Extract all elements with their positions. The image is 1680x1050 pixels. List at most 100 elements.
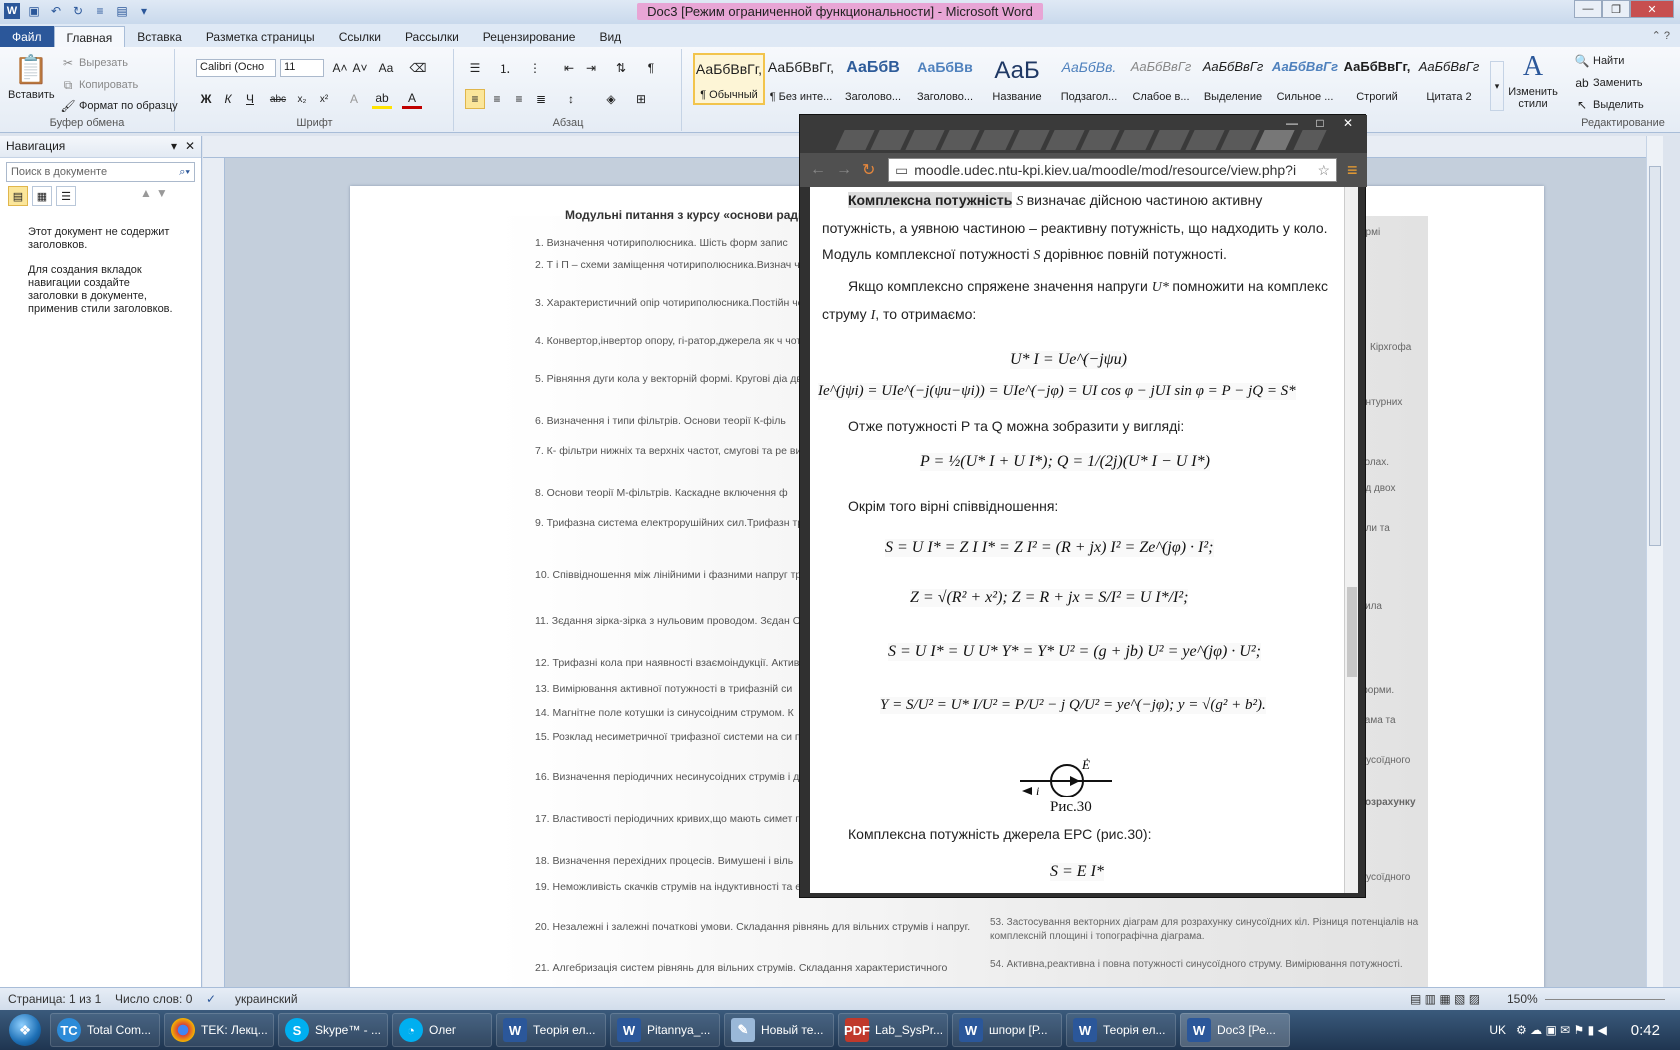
style-normal[interactable]: АаБбВвГг, ¶ Обычный (693, 53, 765, 105)
proofing-icon[interactable]: ✓ (206, 992, 216, 1006)
browser-close-button[interactable]: ✕ (1335, 115, 1361, 131)
bookmark-star-icon[interactable]: ☆ (1317, 162, 1330, 179)
start-button[interactable]: ❖ (0, 1010, 50, 1050)
nav-pages-tab-icon[interactable]: ▦ (32, 186, 52, 206)
task-oleg[interactable]: ◔ Олег (392, 1013, 492, 1047)
style-heading-2[interactable]: АаБбВв Заголово... (909, 53, 981, 105)
align-left-icon[interactable]: ≡ (465, 89, 485, 109)
tab-insert[interactable]: Вставка (125, 26, 194, 48)
task-total-commander[interactable]: TC Total Com... (50, 1013, 160, 1047)
bold-icon[interactable]: Ж (196, 89, 216, 109)
change-case-icon[interactable]: Aa (376, 58, 396, 78)
shading-icon[interactable]: ◈ (601, 89, 621, 109)
task-skype[interactable]: S Skype™ - ... (278, 1013, 388, 1047)
browser-tab[interactable] (905, 130, 945, 150)
nav-menu-icon[interactable]: ▾ (171, 139, 177, 153)
underline-icon[interactable]: Ч (240, 89, 260, 109)
clear-format-icon[interactable]: ⌫ (408, 58, 428, 78)
task-notepad[interactable]: ✎ Новый те... (724, 1013, 834, 1047)
select-button[interactable]: ↖ Выделить (1574, 97, 1644, 113)
sort-icon[interactable]: ⇅ (611, 58, 631, 78)
numbering-icon[interactable]: ⒈ (495, 58, 515, 78)
font-name-select[interactable]: Calibri (Осно (196, 59, 276, 77)
style-emphasis[interactable]: АаБбВвГг Выделение (1197, 53, 1269, 105)
minimize-button[interactable]: — (1574, 0, 1602, 18)
back-icon[interactable]: ← (810, 161, 830, 179)
bullets-icon[interactable]: ☰ (465, 58, 485, 78)
task-word-2[interactable]: W Pitannya_... (610, 1013, 720, 1047)
word-count[interactable]: Число слов: 0 (115, 992, 192, 1006)
zoom-level[interactable]: 150% (1507, 992, 1538, 1006)
italic-icon[interactable]: К (218, 89, 238, 109)
language[interactable]: украинский (235, 992, 298, 1006)
tab-mailings[interactable]: Рассылки (393, 26, 471, 48)
browser-tab[interactable] (1150, 130, 1190, 150)
maximize-button[interactable]: ❐ (1602, 0, 1630, 18)
help-icon[interactable]: ⌃ ? (1652, 29, 1670, 42)
justify-icon[interactable]: ≣ (531, 89, 551, 109)
style-strong[interactable]: АаБбВвГг, Строгий (1341, 53, 1413, 105)
task-word-3[interactable]: Wшпори [Р... (952, 1013, 1062, 1047)
document-scrollbar[interactable] (1646, 136, 1663, 987)
cut-button[interactable]: ✂ Вырезать (60, 55, 128, 71)
style-heading-1[interactable]: АаБбВ Заголово... (837, 53, 909, 105)
strikethrough-icon[interactable]: abc (268, 89, 288, 109)
highlight-icon[interactable]: ab (372, 89, 392, 109)
borders-icon[interactable]: ⊞ (631, 89, 651, 109)
browser-tab[interactable] (870, 130, 910, 150)
align-center-icon[interactable]: ≡ (487, 89, 507, 109)
browser-scrollbar[interactable] (1344, 187, 1358, 893)
new-tab-button[interactable] (1293, 130, 1327, 150)
clock[interactable]: 0:42 (1631, 1022, 1660, 1039)
scrollbar-thumb[interactable] (1649, 166, 1661, 546)
tray-icons[interactable]: ⚙ ☁ ▣ ✉ ⚑ ▮ ◀ (1516, 1023, 1607, 1037)
browser-tab[interactable] (940, 130, 980, 150)
zoom-slider[interactable] (1545, 999, 1665, 1000)
nav-next-icon[interactable]: ▼ (156, 186, 168, 206)
font-color-icon[interactable]: A (402, 89, 422, 109)
browser-tab[interactable] (1220, 130, 1260, 150)
superscript-icon[interactable]: x² (314, 89, 334, 109)
tab-page-layout[interactable]: Разметка страницы (194, 26, 327, 48)
address-bar[interactable]: ▭ moodle.udec.ntu-kpi.kiev.ua/moodle/mod… (888, 158, 1337, 182)
nav-results-tab-icon[interactable]: ☰ (56, 186, 76, 206)
browser-tab[interactable] (1045, 130, 1085, 150)
style-intense-emphasis[interactable]: АаБбВвГг Сильное ... (1269, 53, 1341, 105)
style-quote-2[interactable]: АаБбВвГг Цитата 2 (1413, 53, 1485, 105)
browser-tab[interactable] (975, 130, 1015, 150)
browser-tab[interactable] (1080, 130, 1120, 150)
browser-menu-icon[interactable]: ≡ (1347, 160, 1367, 181)
style-no-spacing[interactable]: АаБбВвГг, ¶ Без инте... (765, 53, 837, 105)
grow-font-icon[interactable]: A˄ (330, 58, 350, 78)
task-word-1[interactable]: W Теорія ел... (496, 1013, 606, 1047)
decrease-indent-icon[interactable]: ⇤ (559, 58, 579, 78)
close-button[interactable]: ✕ (1630, 0, 1674, 18)
copy-button[interactable]: ⧉ Копировать (60, 77, 139, 93)
replace-button[interactable]: ab Заменить (1574, 75, 1642, 91)
browser-minimize-button[interactable]: — (1279, 115, 1305, 131)
change-styles-button[interactable]: A Изменить стили (1506, 51, 1560, 110)
browser-tab-active[interactable] (1255, 130, 1295, 150)
increase-indent-icon[interactable]: ⇥ (581, 58, 601, 78)
format-painter-button[interactable]: 🖌 Формат по образцу (60, 98, 177, 114)
browser-tab[interactable] (835, 130, 875, 150)
font-size-select[interactable]: 11 (280, 59, 324, 77)
nav-close-icon[interactable]: ✕ (185, 139, 195, 153)
tab-home[interactable]: Главная (53, 26, 126, 48)
tab-references[interactable]: Ссылки (327, 26, 393, 48)
text-effects-icon[interactable]: A (344, 89, 364, 109)
paste-button[interactable]: 📋 Вставить (8, 53, 55, 101)
browser-tab[interactable] (1010, 130, 1050, 150)
browser-tab[interactable] (1185, 130, 1225, 150)
search-icon[interactable]: ⌕▾ (179, 166, 190, 179)
task-word-4[interactable]: W Теорія ел... (1066, 1013, 1176, 1047)
tab-review[interactable]: Рецензирование (471, 26, 588, 48)
subscript-icon[interactable]: x₂ (292, 89, 312, 109)
tab-file[interactable]: Файл (0, 26, 54, 48)
task-pdf[interactable]: PDF Lab_SysPr... (838, 1013, 948, 1047)
forward-icon[interactable]: → (836, 161, 856, 179)
input-language[interactable]: UK (1489, 1023, 1506, 1037)
style-subtitle[interactable]: АаБбВв. Подзагол... (1053, 53, 1125, 105)
style-title[interactable]: АаБ Название (981, 53, 1053, 105)
reload-icon[interactable]: ↻ (862, 160, 882, 180)
